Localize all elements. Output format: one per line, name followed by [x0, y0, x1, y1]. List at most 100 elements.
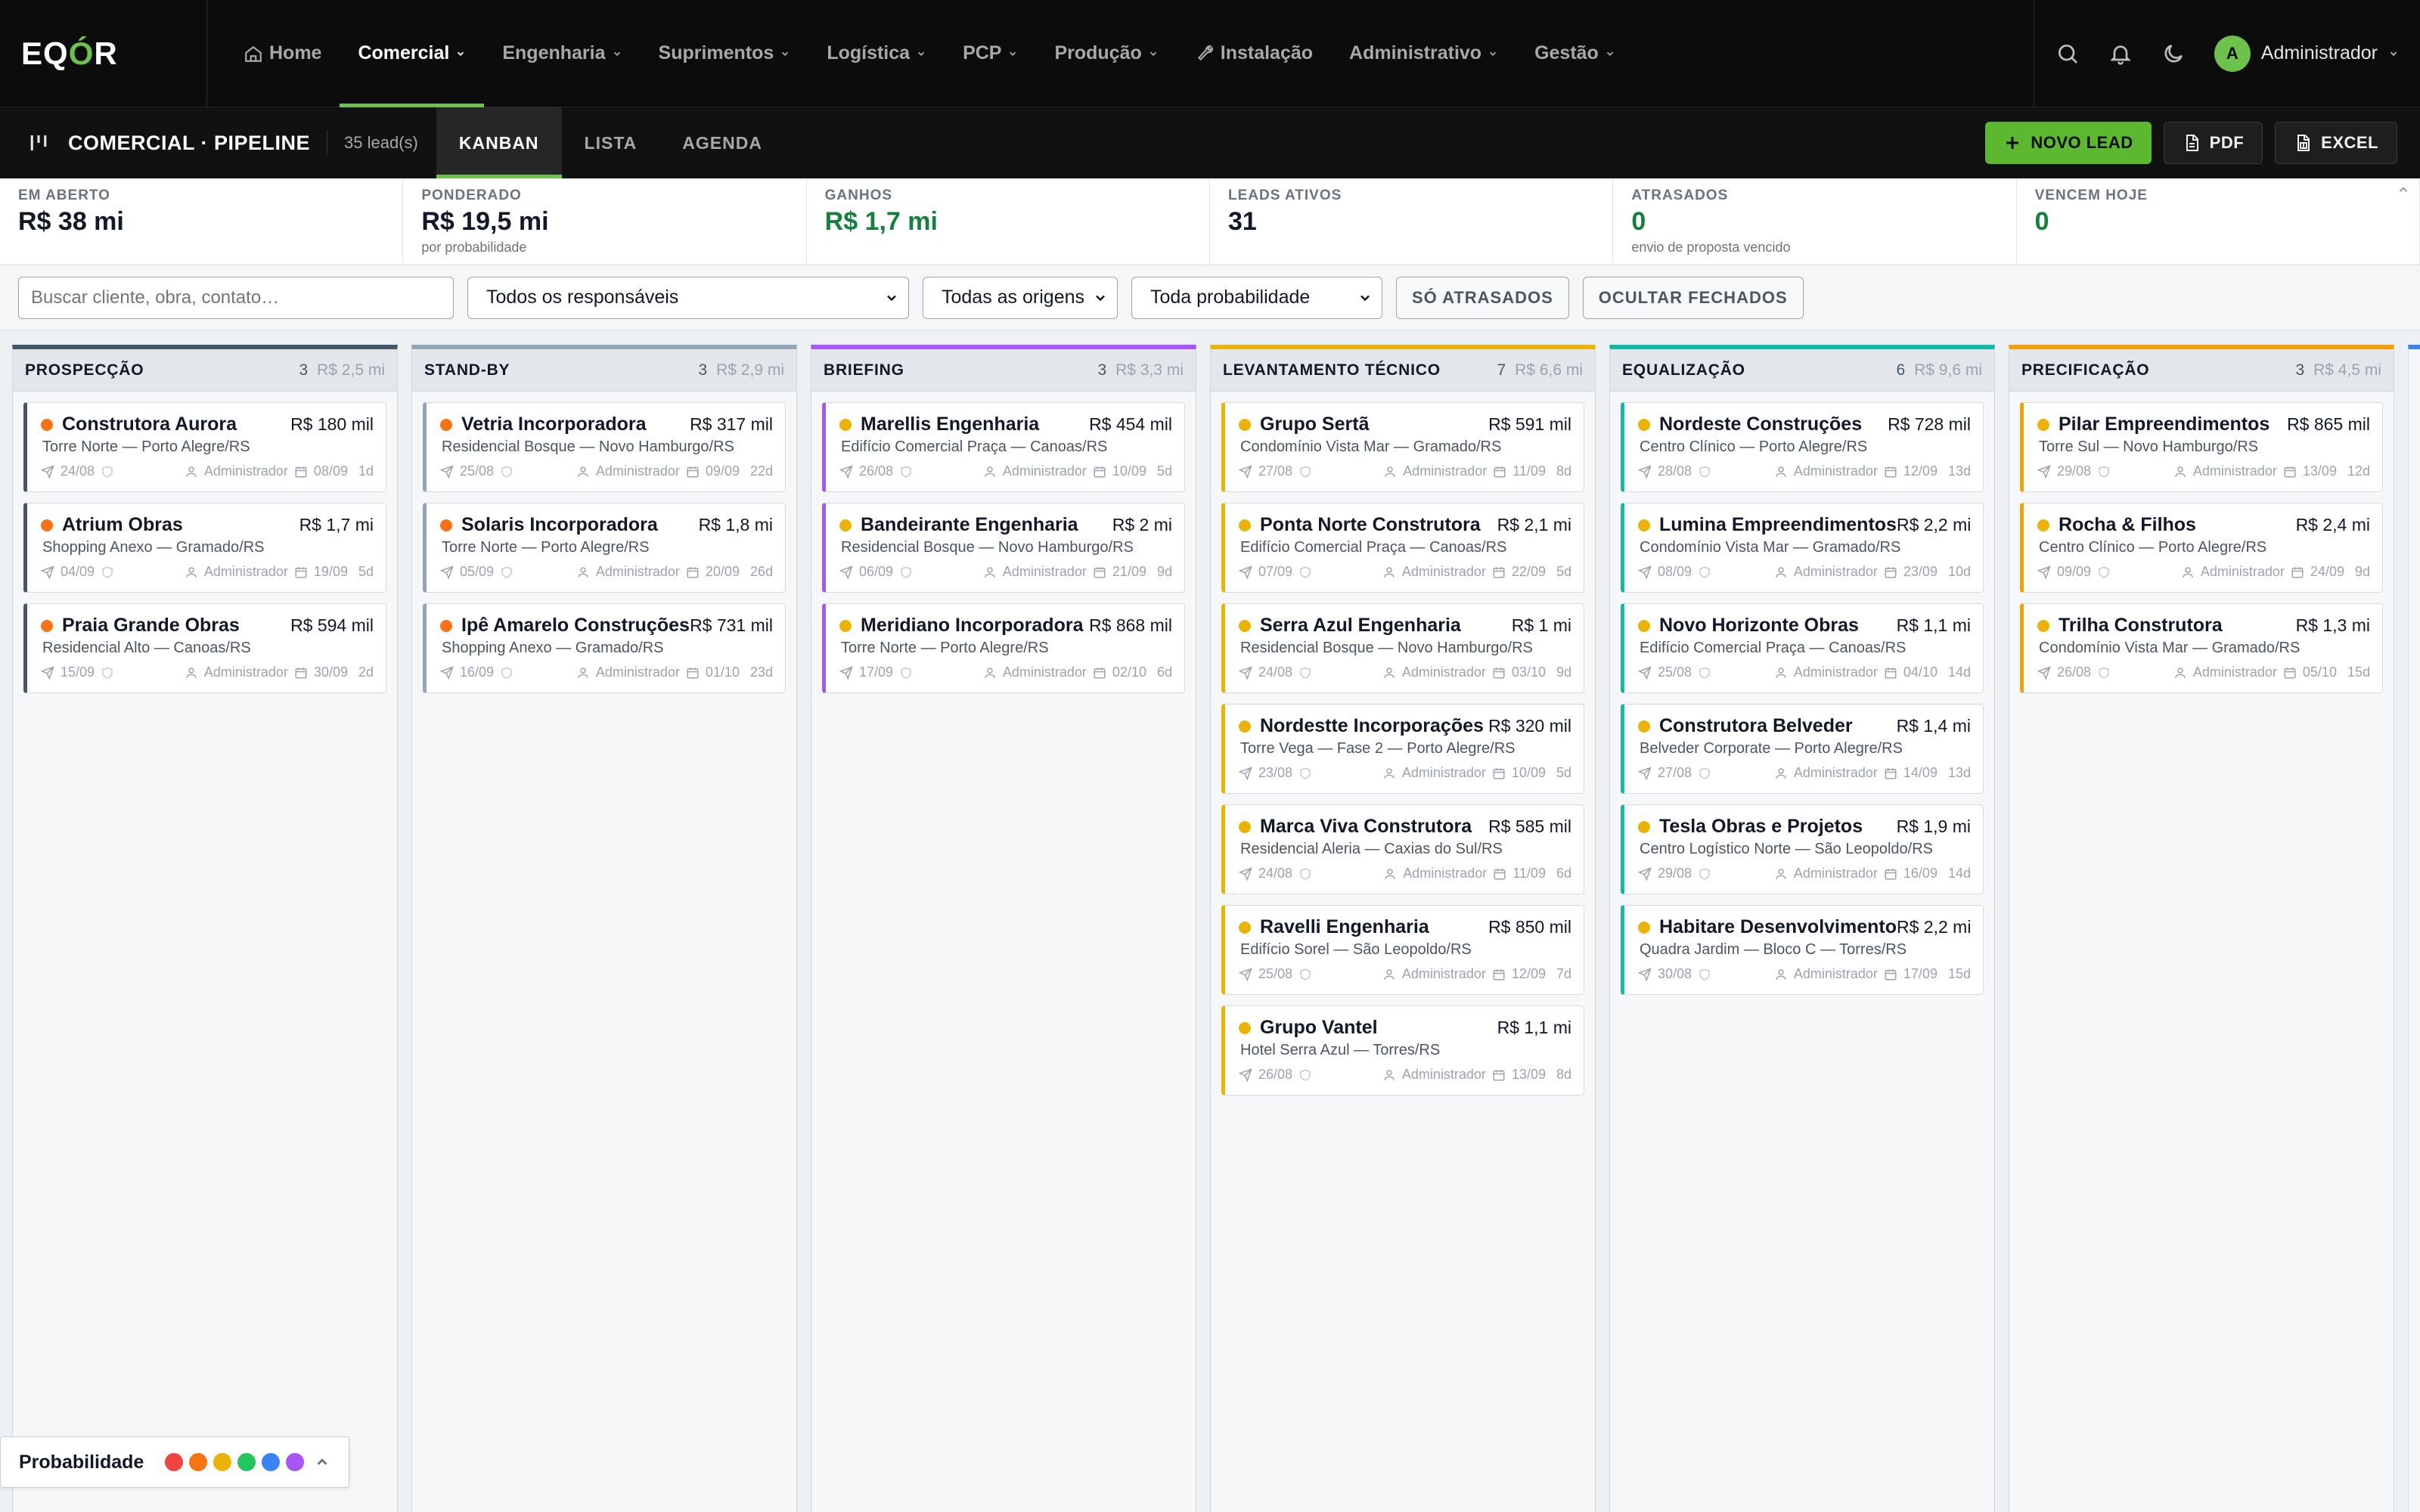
owner: Administrador	[1401, 564, 1486, 579]
lead-card[interactable]: Tesla Obras e Projetos R$ 1,9 mi Centro …	[1621, 804, 1984, 894]
lead-card[interactable]: Ponta Norte Construtora R$ 2,1 mi Edifíc…	[1221, 503, 1584, 593]
moon-icon[interactable]	[2161, 42, 2186, 66]
lead-card[interactable]: Nordeste Construções R$ 728 mil Centro C…	[1621, 402, 1984, 492]
lead-card[interactable]: Ipê Amarelo Construções R$ 731 mil Shopp…	[423, 603, 786, 693]
lead-card[interactable]: Rocha & Filhos R$ 2,4 mi Centro Clínico …	[2020, 503, 2383, 593]
bell-icon[interactable]	[2108, 42, 2133, 66]
probabilidade-select[interactable]: Toda probabilidade	[1131, 276, 1382, 319]
app-logo[interactable]: EQ Ó R	[0, 0, 207, 107]
card-meta: 06/09 Administrador 21/09 9d	[839, 564, 1172, 580]
chevron-up-icon[interactable]	[314, 1454, 330, 1470]
lead-card[interactable]: Habitare Desenvolvimento R$ 2,2 mi Quadr…	[1621, 905, 1984, 995]
calendar-icon	[1885, 767, 1897, 779]
card-header: Bandeirante Engenharia R$ 2 mi	[839, 514, 1172, 536]
kanban-column[interactable]: PROSPECÇÃO 3 R$ 2,5 mi Construtora Auror…	[12, 345, 398, 1512]
days-count: 14d	[1947, 866, 1971, 881]
tab-agenda[interactable]: AGENDA	[659, 107, 785, 178]
column-cards: Pilar Empreendimentos R$ 865 mil Torre S…	[2009, 392, 2394, 704]
lead-card[interactable]: Solaris Incorporadora R$ 1,8 mi Torre No…	[423, 503, 786, 593]
kanban-column[interactable]: PRECIFICAÇÃO 3 R$ 4,5 mi Pilar Empreendi…	[2009, 345, 2394, 1512]
lead-card[interactable]: Grupo Sertã R$ 591 mil Condomínio Vista …	[1221, 402, 1584, 492]
tab-kanban[interactable]: KANBAN	[436, 107, 562, 178]
metric-label: EM ABERTO	[18, 187, 110, 203]
lead-card[interactable]: Bandeirante Engenharia R$ 2 mi Residenci…	[822, 503, 1185, 593]
column-header: LEVANTAMENTO TÉCNICO 7 R$ 6,6 mi	[1211, 349, 1595, 392]
kanban-column[interactable]: STAND-BY 3 R$ 2,9 mi Vetria Incorporador…	[411, 345, 797, 1512]
search-icon[interactable]	[2055, 42, 2080, 66]
lead-value: R$ 1,9 mi	[1896, 816, 1971, 836]
lead-card[interactable]: Atrium Obras R$ 1,7 mi Shopping Anexo — …	[23, 503, 386, 593]
sent-date: 26/08	[2057, 665, 2092, 680]
user-menu[interactable]: A Administrador	[2214, 35, 2399, 72]
probability-dot	[839, 619, 852, 632]
pdf-button[interactable]: PDF	[2163, 122, 2263, 164]
only-late-button[interactable]: SÓ ATRASADOS	[1396, 276, 1569, 319]
kanban-column-partial[interactable]	[2408, 345, 2420, 1512]
nav-item-gestao[interactable]: Gestão	[1516, 0, 1634, 107]
nav-item-producao[interactable]: Produção	[1036, 0, 1176, 107]
lead-count: 35 lead(s)	[344, 133, 418, 152]
kanban-column[interactable]: EQUALIZAÇÃO 6 R$ 9,6 mi Nordeste Constru…	[1609, 345, 1995, 1512]
chevron-up-icon[interactable]	[2397, 183, 2410, 197]
excel-label: EXCEL	[2321, 133, 2378, 152]
column-count: 3	[2295, 361, 2305, 379]
lead-card[interactable]: Lumina Empreendimentos R$ 2,2 mi Condomí…	[1621, 503, 1984, 593]
lead-card[interactable]: Meridiano Incorporadora R$ 868 mil Torre…	[822, 603, 1185, 693]
kanban-column[interactable]: BRIEFING 3 R$ 3,3 mi Marellis Engenharia…	[811, 345, 1196, 1512]
card-header: Tesla Obras e Projetos R$ 1,9 mi	[1638, 816, 1971, 838]
lead-card[interactable]: Construtora Aurora R$ 180 mil Torre Nort…	[23, 402, 386, 492]
sent-date: 29/08	[1658, 866, 1692, 881]
new-lead-button[interactable]: NOVO LEAD	[1985, 122, 2152, 164]
lead-card[interactable]: Nordestte Incorporações R$ 320 mil Torre…	[1221, 704, 1584, 794]
lead-card[interactable]: Ravelli Engenharia R$ 850 mil Edifício S…	[1221, 905, 1584, 995]
shield-icon	[1300, 1068, 1311, 1081]
card-header: Marellis Engenharia R$ 454 mil	[839, 414, 1172, 435]
nav-item-instalacao[interactable]: Instalação	[1177, 0, 1331, 107]
lead-card[interactable]: Praia Grande Obras R$ 594 mil Residencia…	[23, 603, 386, 693]
kanban-board[interactable]: PROSPECÇÃO 3 R$ 2,5 mi Construtora Auror…	[0, 330, 2420, 1512]
kanban-column[interactable]: LEVANTAMENTO TÉCNICO 7 R$ 6,6 mi Grupo S…	[1210, 345, 1596, 1512]
owner: Administrador	[1793, 966, 1878, 981]
responsaveis-select[interactable]: Todos os responsáveis	[467, 276, 909, 319]
probability-legend[interactable]: Probabilidade	[0, 1436, 349, 1488]
card-meta: 16/09 Administrador 01/10 23d	[440, 665, 773, 680]
nav-item-logistica[interactable]: Logística	[808, 0, 945, 107]
lead-card[interactable]: Marellis Engenharia R$ 454 mil Edifício …	[822, 402, 1185, 492]
lead-name: Rocha & Filhos	[2059, 514, 2196, 535]
lead-card[interactable]: Vetria Incorporadora R$ 317 mil Residenc…	[423, 402, 786, 492]
nav-item-pcp[interactable]: PCP	[945, 0, 1036, 107]
nav-item-comercial[interactable]: Comercial	[340, 0, 485, 107]
nav-item-label: PCP	[963, 42, 1002, 64]
lead-value: R$ 850 mil	[1488, 917, 1571, 937]
sent-date: 24/08	[1258, 665, 1293, 680]
nav-item-administrativo[interactable]: Administrativo	[1331, 0, 1516, 107]
lead-card[interactable]: Novo Horizonte Obras R$ 1,1 mi Edifício …	[1621, 603, 1984, 693]
tab-lista[interactable]: LISTA	[562, 107, 660, 178]
nav-item-home[interactable]: Home	[225, 0, 340, 107]
column-sum: R$ 6,6 mi	[1515, 361, 1583, 379]
nav-item-engenharia[interactable]: Engenharia	[484, 0, 640, 107]
excel-button[interactable]: EXCEL	[2275, 122, 2397, 164]
shield-icon	[1300, 465, 1311, 478]
lead-card[interactable]: Grupo Vantel R$ 1,1 mi Hotel Serra Azul …	[1221, 1005, 1584, 1095]
chevron-down-icon	[1489, 51, 1497, 56]
shield-icon	[501, 666, 512, 679]
days-count: 8d	[1556, 1067, 1571, 1082]
hide-closed-button[interactable]: OCULTAR FECHADOS	[1582, 276, 1804, 319]
send-icon	[1638, 866, 1652, 881]
lead-card[interactable]: Pilar Empreendimentos R$ 865 mil Torre S…	[2020, 402, 2383, 492]
legend-label: Probabilidade	[19, 1451, 144, 1473]
calendar-icon	[295, 466, 307, 477]
probability-dot	[1239, 1021, 1251, 1034]
lead-card[interactable]: Serra Azul Engenharia R$ 1 mi Residencia…	[1221, 603, 1584, 693]
sent-date: 30/08	[1658, 966, 1692, 981]
owner: Administrador	[2200, 564, 2285, 579]
search-input[interactable]	[18, 276, 454, 319]
nav-item-suprimentos[interactable]: Suprimentos	[641, 0, 809, 107]
nav-tools: A Administrador	[2033, 0, 2420, 107]
lead-card[interactable]: Construtora Belveder R$ 1,4 mi Belveder …	[1621, 704, 1984, 794]
lead-card[interactable]: Trilha Construtora R$ 1,3 mi Condomínio …	[2020, 603, 2383, 693]
origens-select[interactable]: Todas as origens	[923, 276, 1118, 319]
chevron-down-icon	[2390, 51, 2397, 56]
lead-card[interactable]: Marca Viva Construtora R$ 585 mil Reside…	[1221, 804, 1584, 894]
